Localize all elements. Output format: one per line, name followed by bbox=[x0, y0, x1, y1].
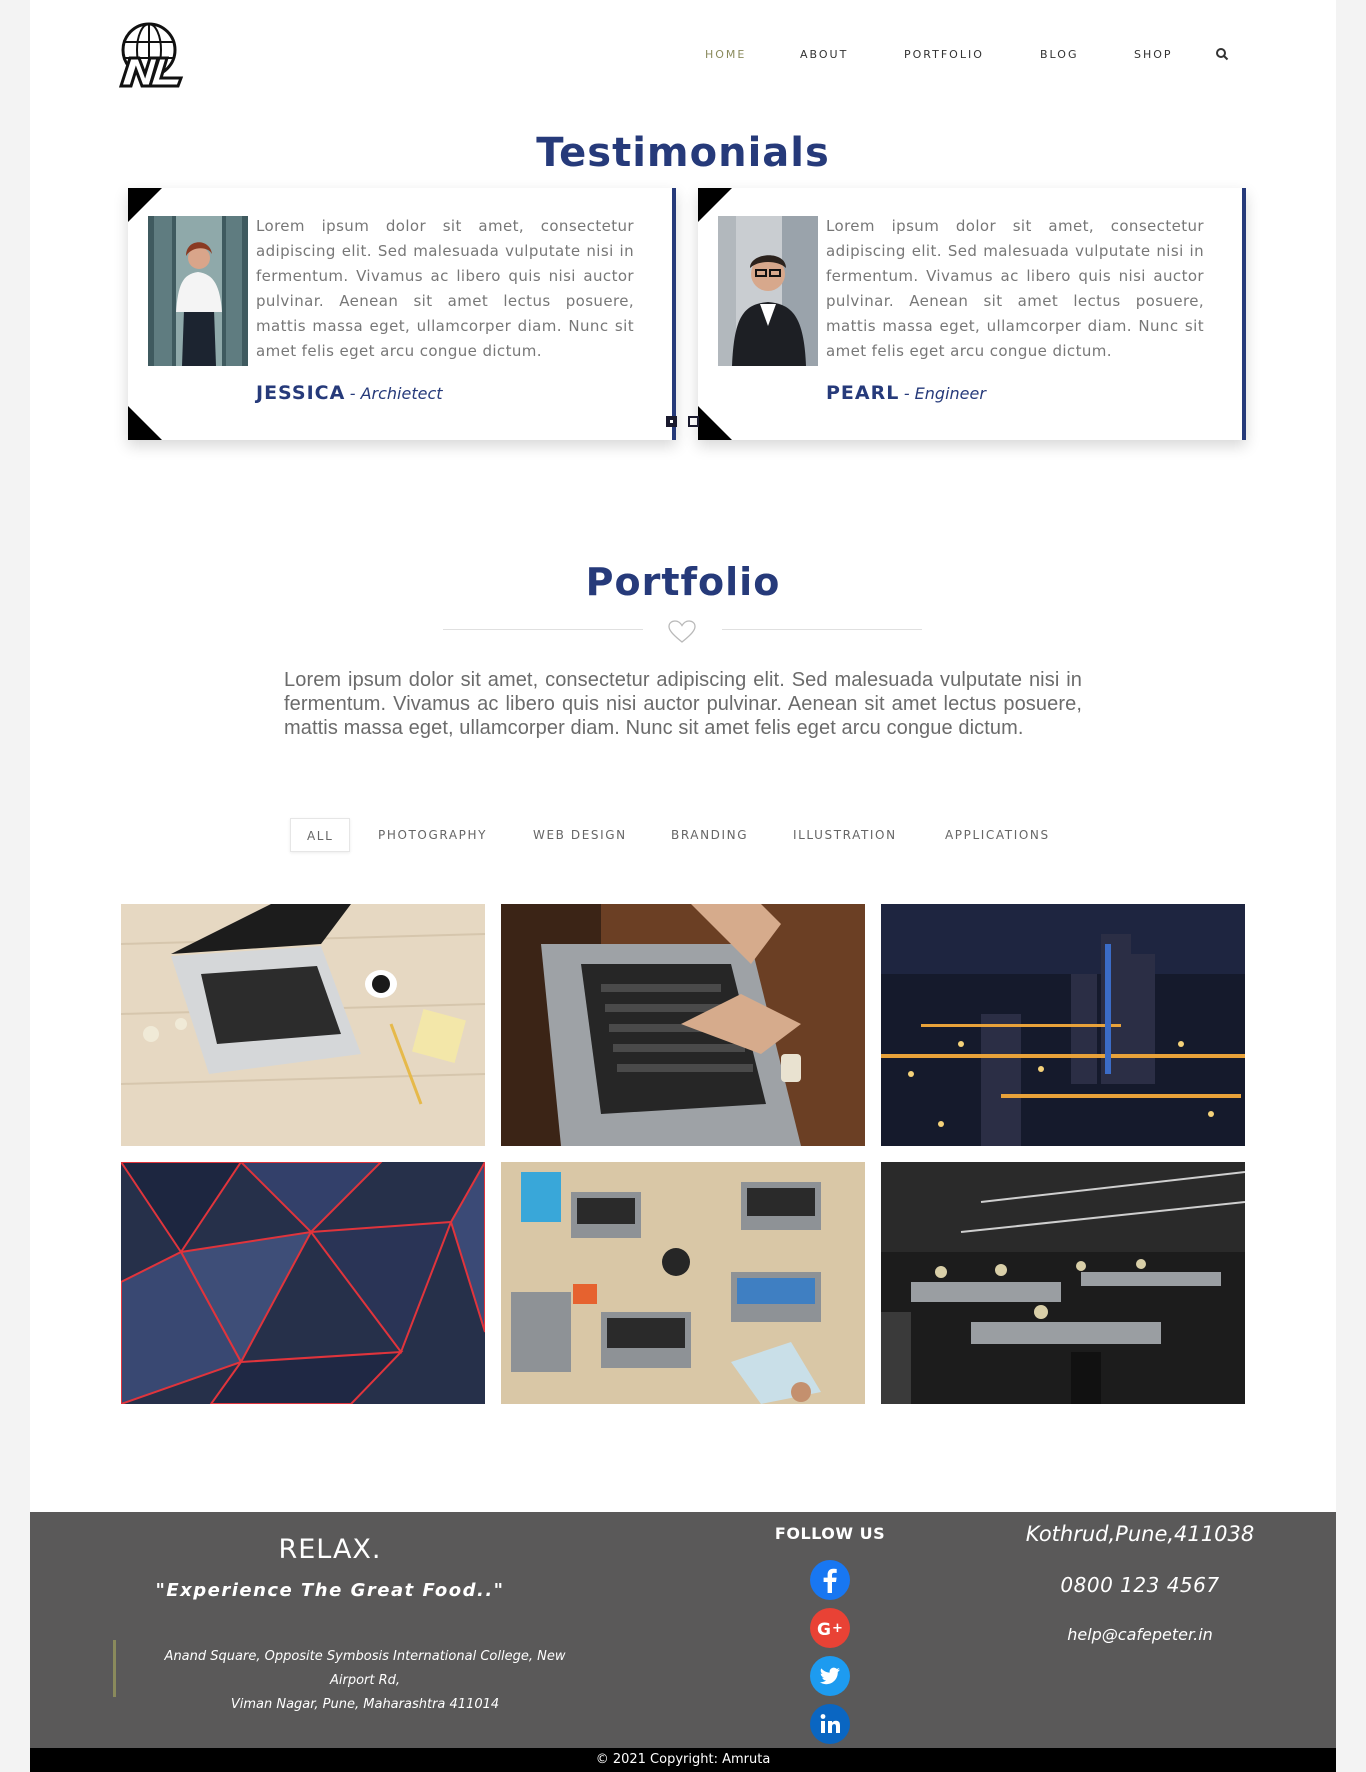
facebook-icon[interactable] bbox=[810, 1560, 850, 1600]
footer-tagline: "Experience The Great Food.." bbox=[155, 1580, 505, 1601]
filter-branding[interactable]: BRANDING bbox=[671, 818, 748, 852]
svg-text:+: + bbox=[832, 1621, 843, 1636]
filter-web-design[interactable]: WEB DESIGN bbox=[533, 818, 627, 852]
card-accent-bar bbox=[672, 188, 676, 440]
filter-photography[interactable]: PHOTOGRAPHY bbox=[378, 818, 487, 852]
card-corner-decoration bbox=[698, 406, 732, 440]
svg-text:G: G bbox=[817, 1620, 831, 1640]
testimonial-author: PEARL - Engineer bbox=[826, 382, 986, 404]
filter-all[interactable]: ALL bbox=[290, 818, 351, 852]
testimonial-card: Lorem ipsum dolor sit amet, consectetur … bbox=[698, 188, 1246, 440]
address-line-1: Anand Square, Opposite Symbosis Internat… bbox=[164, 1649, 566, 1688]
testimonial-author: JESSICA - Archietect bbox=[256, 382, 443, 404]
divider-line bbox=[722, 629, 922, 630]
avatar-pearl bbox=[718, 216, 818, 366]
twitter-icon[interactable] bbox=[810, 1656, 850, 1696]
card-corner-decoration bbox=[128, 406, 162, 440]
follow-us-label: FOLLOW US bbox=[774, 1524, 886, 1543]
copyright-bar: © 2021 Copyright: Amruta bbox=[30, 1748, 1336, 1772]
footer-relax-heading: RELAX. bbox=[278, 1534, 382, 1565]
carousel-dot-2[interactable] bbox=[688, 416, 699, 427]
portfolio-item-city-night[interactable] bbox=[881, 904, 1245, 1146]
portfolio-description: Lorem ipsum dolor sit amet, consectetur … bbox=[284, 669, 1082, 739]
main-nav: HOME ABOUT PORTFOLIO BLOG SHOP bbox=[30, 48, 1336, 62]
footer-email-link[interactable]: help@cafepeter.in bbox=[990, 1625, 1290, 1644]
portfolio-item-open-office[interactable] bbox=[881, 1162, 1245, 1404]
search-icon[interactable] bbox=[1215, 47, 1229, 61]
filter-illustration[interactable]: ILLUSTRATION bbox=[793, 818, 897, 852]
footer-address: Anand Square, Opposite Symbosis Internat… bbox=[142, 1645, 588, 1717]
nav-portfolio[interactable]: PORTFOLIO bbox=[904, 48, 984, 61]
testimonial-quote: Lorem ipsum dolor sit amet, consectetur … bbox=[256, 217, 634, 360]
google-plus-icon[interactable]: G + bbox=[810, 1608, 850, 1648]
nav-about[interactable]: ABOUT bbox=[800, 48, 848, 61]
testimonial-card: Lorem ipsum dolor sit amet, consectetur … bbox=[128, 188, 676, 440]
author-name: JESSICA bbox=[256, 382, 346, 404]
footer-city: Kothrud,Pune,411038 bbox=[1025, 1522, 1255, 1546]
avatar-jessica bbox=[148, 216, 248, 366]
nav-shop[interactable]: SHOP bbox=[1134, 48, 1173, 61]
portfolio-item-typing[interactable] bbox=[501, 904, 865, 1146]
author-role: - Archietect bbox=[349, 384, 443, 403]
author-role: - Engineer bbox=[903, 384, 986, 403]
address-accent-bar bbox=[113, 1640, 116, 1697]
testimonials-title: Testimonials bbox=[536, 130, 830, 176]
author-name: PEARL bbox=[826, 382, 900, 404]
footer: RELAX. "Experience The Great Food.." Ana… bbox=[30, 1512, 1336, 1748]
card-accent-bar bbox=[1242, 188, 1246, 440]
portfolio-title: Portfolio bbox=[585, 560, 781, 604]
divider-line bbox=[443, 629, 643, 630]
filter-applications[interactable]: APPLICATIONS bbox=[945, 818, 1050, 852]
portfolio-item-team-workspace[interactable] bbox=[501, 1162, 865, 1404]
portfolio-item-abstract-polygons[interactable] bbox=[121, 1162, 485, 1404]
heart-icon bbox=[668, 620, 696, 644]
portfolio-item-laptop-desk[interactable] bbox=[121, 904, 485, 1146]
carousel-dot-1[interactable] bbox=[666, 416, 677, 427]
address-line-2: Viman Nagar, Pune, Maharashtra 411014 bbox=[230, 1697, 500, 1712]
portfolio-filters: ALL PHOTOGRAPHY WEB DESIGN BRANDING ILLU… bbox=[30, 818, 1336, 852]
nav-home[interactable]: HOME bbox=[705, 48, 746, 61]
nav-blog[interactable]: BLOG bbox=[1040, 48, 1078, 61]
footer-phone: 0800 123 4567 bbox=[1060, 1573, 1220, 1597]
linkedin-icon[interactable] bbox=[810, 1704, 850, 1744]
testimonial-quote: Lorem ipsum dolor sit amet, consectetur … bbox=[826, 217, 1204, 360]
page: HOME ABOUT PORTFOLIO BLOG SHOP Testimoni… bbox=[30, 0, 1336, 1772]
